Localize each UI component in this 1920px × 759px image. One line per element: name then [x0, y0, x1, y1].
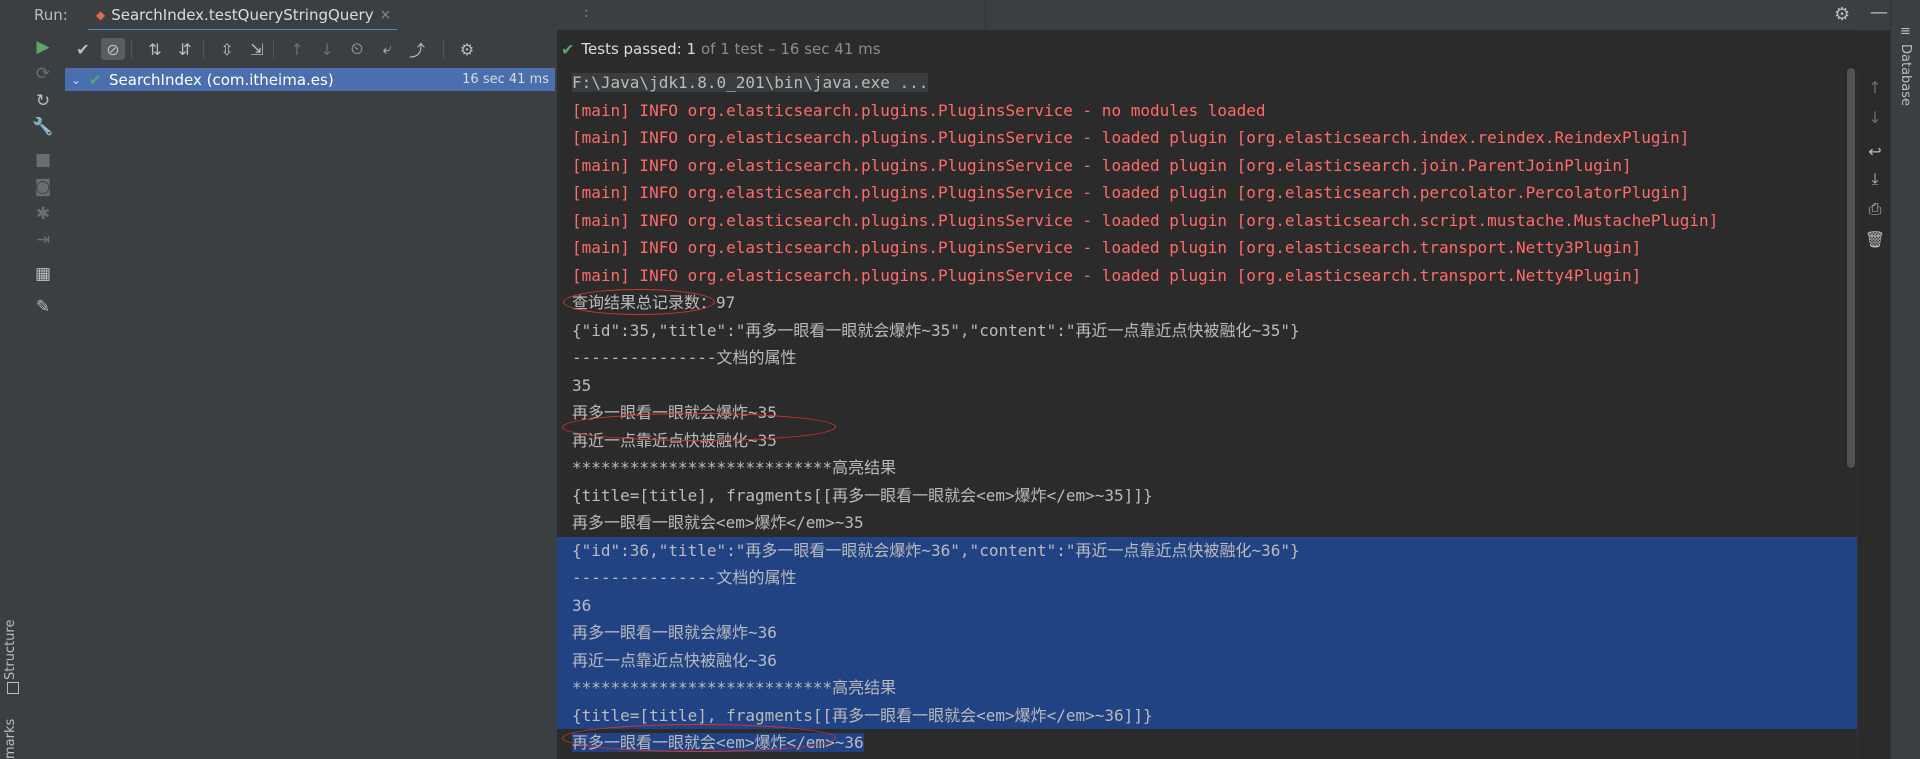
- junit-run-icon: ◆: [96, 7, 106, 22]
- next-failed-icon[interactable]: ↓: [315, 38, 339, 60]
- console-line: [main] INFO org.elasticsearch.plugins.Pl…: [572, 155, 1632, 175]
- console-line: {"id":36,"title":"再多一眼看一眼就会爆炸~36","conte…: [557, 536, 1857, 564]
- test-passed-icon: ✔: [89, 70, 102, 89]
- structure-tab-label: Structure: [3, 619, 18, 680]
- console-line: [main] INFO org.elasticsearch.plugins.Pl…: [572, 128, 1690, 147]
- console-line: F:\Java\jdk1.8.0_201\bin\java.exe ...: [557, 69, 1857, 97]
- run-tab-title: SearchIndex.testQueryStringQuery: [111, 5, 374, 24]
- scroll-to-end-icon[interactable]: ⤓: [1864, 168, 1886, 190]
- structure-tab[interactable]: Structure: [3, 620, 18, 680]
- run-tab[interactable]: ◆ SearchIndex.testQueryStringQuery ×: [88, 0, 398, 32]
- console-output[interactable]: F:\Java\jdk1.8.0_201\bin\java.exe ... [ma…: [557, 68, 1857, 759]
- overflow-icon[interactable]: :: [584, 5, 589, 21]
- debug-icon[interactable]: ✱: [32, 203, 54, 225]
- structure-icon: [7, 682, 19, 694]
- tree-item-searchindex[interactable]: ⌄ ✔ SearchIndex (com.itheima.es) 16 sec …: [65, 68, 555, 91]
- annotation-oval: [563, 289, 715, 315]
- tests-passed-icon: ✔: [561, 39, 575, 59]
- toolbar-settings-icon[interactable]: ⚙: [455, 38, 479, 60]
- console-line: ***************************高亮结果: [557, 674, 1857, 702]
- database-tab[interactable]: Database: [1898, 44, 1913, 106]
- console-line: 再多一眼看一眼就会<em>爆炸</em>~35: [572, 513, 864, 532]
- rerun-icon[interactable]: ▶: [32, 36, 54, 58]
- console-line: {"id":35,"title":"再多一眼看一眼就会爆炸~35","conte…: [572, 320, 1300, 340]
- expand-all-icon[interactable]: ⇳: [215, 38, 239, 60]
- console-line: 查询结果总记录数：97: [572, 293, 736, 312]
- bookmarks-tab-label: marks: [3, 718, 18, 759]
- toolbar-separator: [273, 39, 274, 59]
- show-passed-icon[interactable]: ✔: [71, 38, 95, 60]
- layout-icon[interactable]: ▦: [32, 263, 54, 285]
- console-line: 36: [557, 591, 1857, 619]
- run-side-toolbar: ▶ ⟳ ↻ 🔧 ■ ◙ ✱ ⇥ ▦ ✎: [22, 30, 66, 759]
- sort-alpha-icon[interactable]: ⇅: [143, 38, 167, 60]
- toolbar-separator: [443, 39, 444, 59]
- sort-duration-icon[interactable]: ⇵: [173, 38, 197, 60]
- annotation-oval: [562, 724, 836, 752]
- run-tool-header: Run: ◆ SearchIndex.testQueryStringQuery …: [22, 0, 1890, 32]
- tests-detail-text: of 1 test – 16 sec 41 ms: [701, 40, 881, 58]
- console-scrollbar[interactable]: [1845, 68, 1857, 468]
- stop-icon[interactable]: ■: [32, 149, 54, 171]
- left-tool-strip: Structure marks: [0, 0, 23, 759]
- rerun-failed-icon[interactable]: ⟳: [32, 63, 54, 85]
- console-line: [main] INFO org.elasticsearch.plugins.Pl…: [572, 100, 1266, 120]
- print-icon[interactable]: ⎙: [1864, 198, 1886, 220]
- console-line: 再多一眼看一眼就会爆炸~36: [557, 619, 1857, 647]
- tree-item-label: SearchIndex (com.itheima.es): [109, 70, 334, 89]
- tree-item-time: 16 sec 41 ms: [462, 72, 549, 87]
- header-divider: [985, 0, 986, 30]
- history-icon[interactable]: ⏲: [345, 38, 369, 60]
- toolbar-separator: [203, 39, 204, 59]
- console-line: ---------------文档的属性: [557, 564, 1857, 592]
- console-line: 再近一点靠近点快被融化~36: [557, 646, 1857, 674]
- tests-passed-text: Tests passed: 1: [581, 40, 696, 58]
- run-label: Run:: [34, 6, 68, 24]
- console-toolbar: ↑ ↓ ↩ ⤓ ⎙ 🗑: [1857, 68, 1891, 759]
- close-icon[interactable]: ×: [380, 7, 392, 23]
- scrollbar-thumb[interactable]: [1847, 68, 1855, 468]
- toolbar-separator: [131, 39, 132, 59]
- bookmarks-tab[interactable]: marks: [3, 719, 18, 759]
- show-ignored-icon[interactable]: ⊘: [101, 38, 125, 60]
- import-tests-icon[interactable]: ⤶: [375, 38, 399, 60]
- annotation-oval: [562, 413, 836, 441]
- exit-icon[interactable]: ⇥: [32, 229, 54, 251]
- soft-wrap-icon[interactable]: ↩: [1864, 140, 1886, 162]
- console-line: ---------------文档的属性: [572, 348, 797, 367]
- console-line: ***************************高亮结果: [572, 458, 897, 477]
- pin-icon[interactable]: ✎: [32, 296, 54, 318]
- collapse-all-icon[interactable]: ⇲: [245, 38, 269, 60]
- database-tab-label: Database: [1898, 44, 1913, 107]
- console-line: [main] INFO org.elasticsearch.plugins.Pl…: [572, 210, 1719, 230]
- console-line: {title=[title], fragments[[再多一眼看一眼就会<em>…: [572, 485, 1153, 505]
- test-toolbar: ✔ ⊘ ⇅ ⇵ ⇳ ⇲ ↑ ↓ ⏲ ⤶ ⤴ ⚙: [65, 30, 557, 68]
- console-line: [main] INFO org.elasticsearch.plugins.Pl…: [572, 238, 1642, 257]
- camera-icon[interactable]: ◙: [32, 176, 54, 198]
- console-command-text[interactable]: F:\Java\jdk1.8.0_201\bin\java.exe ...: [572, 73, 929, 92]
- clear-icon[interactable]: 🗑: [1864, 228, 1886, 250]
- console-line: [main] INFO org.elasticsearch.plugins.Pl…: [572, 183, 1690, 202]
- chevron-down-icon[interactable]: ⌄: [71, 73, 89, 87]
- console-line: 35: [572, 375, 592, 395]
- export-tests-icon[interactable]: ⤴: [405, 38, 429, 60]
- prev-failed-icon[interactable]: ↑: [285, 38, 309, 60]
- scroll-down-icon[interactable]: ↓: [1864, 106, 1886, 128]
- test-tree: ⌄ ✔ SearchIndex (com.itheima.es) 16 sec …: [65, 68, 558, 759]
- minimize-icon[interactable]: —: [1870, 2, 1888, 23]
- test-status-bar: ✔ Tests passed: 1 of 1 test – 16 sec 41 …: [557, 30, 1857, 68]
- gear-icon[interactable]: ⚙: [1834, 4, 1850, 25]
- settings-wrench-icon[interactable]: 🔧: [32, 116, 54, 138]
- console-line: [main] INFO org.elasticsearch.plugins.Pl…: [572, 265, 1642, 285]
- database-icon: ≡: [1900, 24, 1911, 39]
- scroll-up-icon[interactable]: ↑: [1864, 76, 1886, 98]
- toggle-autotest-icon[interactable]: ↻: [32, 90, 54, 112]
- right-tool-strip: ≡ Database: [1890, 0, 1920, 759]
